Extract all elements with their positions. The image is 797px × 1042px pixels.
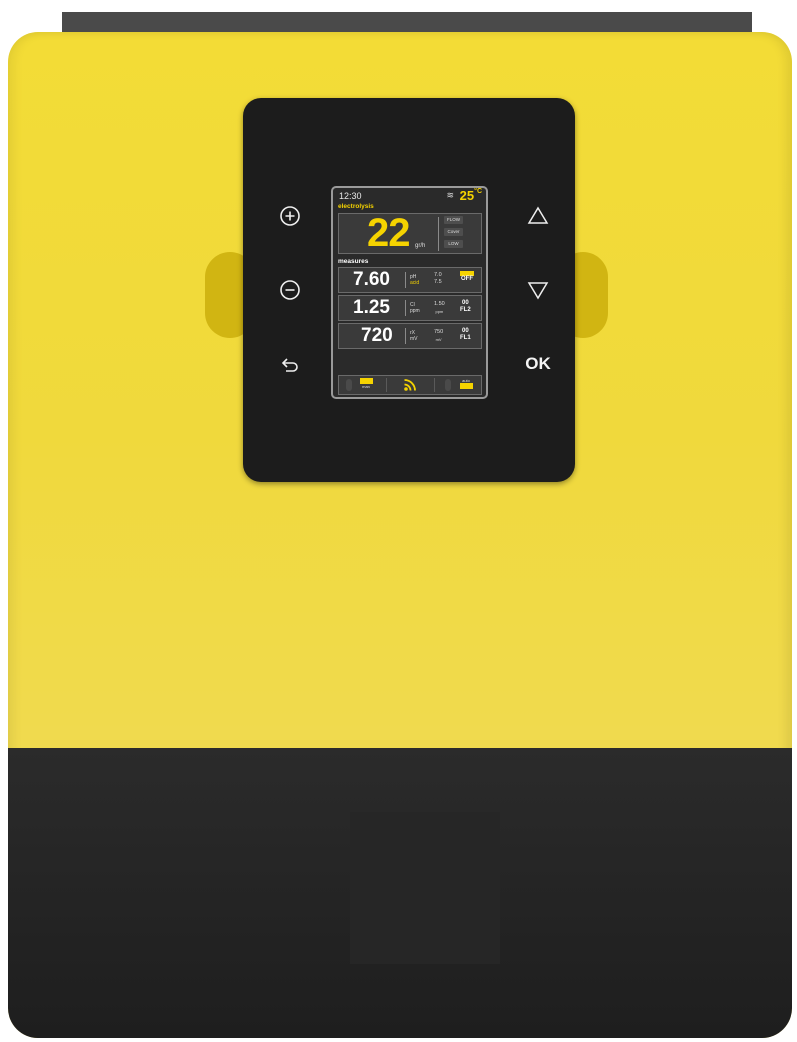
ph-status-text: OFF [461, 276, 473, 282]
plus-icon [280, 206, 300, 226]
cl-status-top: 00 [461, 300, 469, 306]
orp-value: 720 [361, 325, 393, 346]
cl-divider [405, 300, 406, 316]
orp-setpoint-unit: mV [435, 337, 442, 342]
lcd-screen: 12:30 ≋ 25°C electrolysis 22 gr/h FLOW C… [331, 186, 488, 399]
cl-status-text: FL2 [460, 307, 471, 313]
ok-button-label: OK [525, 354, 551, 373]
cl-setpoint-unit: ppm [435, 309, 444, 314]
orp-setpoint-top: 750 [434, 329, 444, 335]
electrolysis-panel: 22 gr/h FLOW Cover LOW [338, 211, 482, 255]
cl-value: 1.25 [353, 297, 390, 318]
temperature-unit: °C [474, 188, 482, 195]
bottom-cover-panel [350, 812, 500, 964]
measure-row-ph: 7.60 pH acid 7.0 7.5 OFF [338, 267, 482, 293]
orp-sublabel: mV [410, 336, 418, 342]
footer-manual-mode: man [343, 376, 383, 394]
water-temperature: 25°C [460, 188, 482, 203]
footer-divider-2 [434, 378, 435, 392]
orp-label: rX mV [410, 330, 418, 342]
temperature-value: 25 [459, 188, 475, 203]
cl-setpoint: 1.50 ppm [434, 301, 445, 315]
down-button[interactable] [520, 272, 556, 308]
minus-button[interactable] [272, 272, 308, 308]
device-housing: OK 12:30 ≋ 25°C electrolysis 22 gr/h FLO… [8, 32, 792, 1038]
light-icon [445, 379, 451, 391]
up-triangle-icon [527, 206, 549, 224]
minus-icon [280, 280, 300, 300]
orp-status: 00 FL1 [460, 328, 471, 342]
measure-row-orp: 720 rX mV 750 mV 00 FL1 [338, 323, 482, 349]
orp-status-top: 00 [461, 328, 469, 334]
up-button[interactable] [520, 198, 556, 234]
wifi-icon [404, 379, 416, 391]
ph-sublabel: acid [410, 280, 420, 286]
status-bar: 12:30 ≋ 25°C [339, 188, 482, 203]
measure-row-cl: 1.25 Cl ppm 1.50 ppm 00 FL2 [338, 295, 482, 321]
device-bottom-section [8, 748, 792, 1038]
manual-mode-label: man [362, 384, 370, 389]
measures-title: measures [338, 258, 369, 265]
thermometer-icon: ≋ [446, 190, 454, 200]
ph-setpoint-top: 7.0 [434, 272, 442, 278]
electrolysis-value: 22 [367, 211, 410, 255]
auto-mode-bar [459, 383, 473, 389]
wifi-status [401, 376, 421, 394]
ph-status: OFF [460, 271, 474, 283]
clock-time: 12:30 [339, 191, 362, 201]
footer-divider-1 [386, 378, 387, 392]
cl-sublabel: ppm [410, 308, 420, 314]
cover-tag: Cover [444, 228, 463, 236]
ph-label: pH acid [410, 274, 419, 286]
cl-status: 00 FL2 [460, 300, 471, 314]
footer-auto-mode: auto [439, 376, 481, 394]
cl-setpoint-top: 1.50 [434, 301, 445, 307]
ok-button[interactable]: OK [520, 346, 556, 382]
electrolysis-unit: gr/h [415, 243, 426, 249]
back-button[interactable] [272, 346, 308, 382]
plus-button[interactable] [272, 198, 308, 234]
orp-setpoint: 750 mV [434, 329, 443, 343]
screen-footer: man auto [338, 375, 482, 395]
down-triangle-icon [527, 282, 549, 300]
back-arrow-icon [281, 358, 298, 372]
cl-label: Cl ppm [410, 302, 420, 314]
orp-status-text: FL1 [460, 335, 471, 341]
ph-value: 7.60 [353, 269, 390, 290]
ph-divider [405, 272, 406, 288]
ph-setpoints: 7.0 7.5 [434, 272, 442, 286]
low-tag: LOW [444, 240, 463, 248]
flow-tag: FLOW [444, 216, 463, 224]
control-panel: OK 12:30 ≋ 25°C electrolysis 22 gr/h FLO… [243, 98, 575, 482]
electrolysis-divider [438, 217, 439, 251]
electrolysis-title: electrolysis [338, 203, 374, 210]
orp-divider [405, 328, 406, 344]
ph-setpoint-bottom: 7.5 [434, 279, 442, 285]
pump-icon [346, 379, 352, 391]
